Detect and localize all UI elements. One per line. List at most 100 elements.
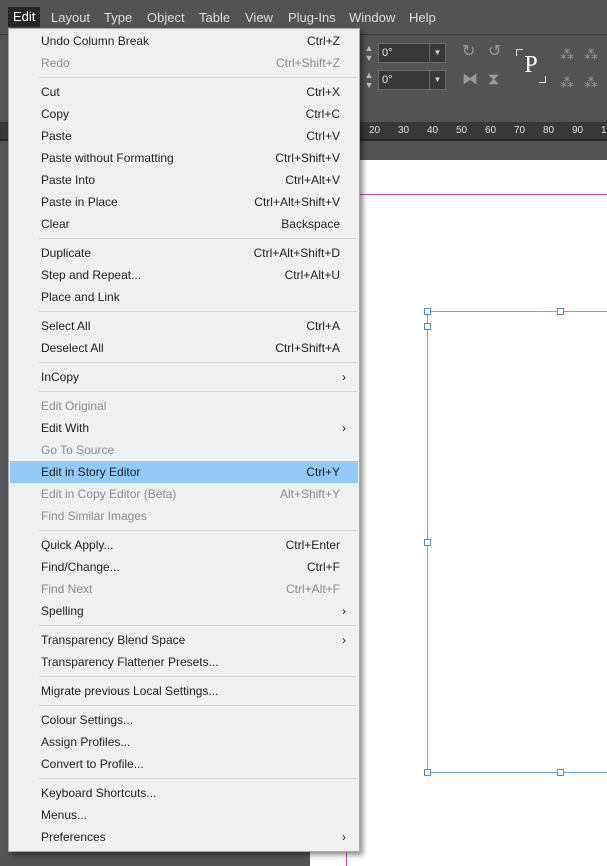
menu-item-label: Copy (41, 107, 70, 121)
menu-item-label: Redo (41, 56, 70, 70)
menu-item-label: Quick Apply... (41, 538, 114, 552)
ruler-label: 40 (427, 125, 439, 136)
frame-handle[interactable] (557, 769, 564, 776)
menu-separator (39, 778, 357, 779)
menu-item-edit-with[interactable]: Edit With › (10, 417, 358, 439)
menu-item-label: Paste in Place (41, 195, 118, 209)
menu-item-label: InCopy (41, 370, 80, 384)
menu-item-label: Select All (41, 319, 91, 333)
menu-view[interactable]: View (245, 11, 273, 25)
shortcut: Ctrl+Alt+Shift+D (253, 246, 340, 260)
rotate-ccw-icon[interactable]: ↺ (488, 43, 501, 61)
menu-item-transparency-blend-space[interactable]: Transparency Blend Space › (10, 629, 358, 651)
margin-guide (346, 194, 607, 195)
menu-item-migrate-local-settings[interactable]: Migrate previous Local Settings... (10, 680, 358, 702)
shortcut: Backspace (281, 217, 340, 231)
shortcut: Ctrl+Alt+F (285, 582, 340, 596)
flip-horizontal-icon[interactable]: ⧓ (462, 71, 478, 89)
in-port[interactable] (424, 323, 431, 330)
shortcut: Ctrl+Shift+V (275, 151, 340, 165)
menu-item-label: Place and Link (41, 290, 120, 304)
menu-item-find-next: Find Next Ctrl+Alt+F (10, 578, 358, 600)
rotate-cw-icon[interactable]: ↻ (462, 43, 475, 61)
frame-handle[interactable] (424, 308, 431, 315)
ruler-label: 50 (456, 125, 468, 136)
shortcut: Ctrl+Shift+Z (275, 56, 340, 70)
shortcut: Ctrl+C (305, 107, 340, 121)
menu-item-paste-without-formatting[interactable]: Paste without Formatting Ctrl+Shift+V (10, 147, 358, 169)
menu-item-undo[interactable]: Undo Column Break Ctrl+Z (10, 30, 358, 52)
menu-item-select-all[interactable]: Select All Ctrl+A (10, 315, 358, 337)
shortcut: Ctrl+F (307, 560, 340, 574)
rotate-stepper[interactable]: ▲ ▼ (362, 43, 376, 63)
shortcut: Ctrl+Alt+V (285, 173, 340, 187)
menu-item-paste-in-place[interactable]: Paste in Place Ctrl+Alt+Shift+V (10, 191, 358, 213)
submenu-arrow-icon: › (342, 633, 346, 647)
menu-item-cut[interactable]: Cut Ctrl+X (10, 81, 358, 103)
frame-handle[interactable] (557, 308, 564, 315)
align-icon[interactable]: ⁂ (560, 45, 574, 63)
menu-object[interactable]: Object (147, 11, 185, 25)
menu-item-convert-to-profile[interactable]: Convert to Profile... (10, 753, 358, 775)
menu-item-label: Keyboard Shortcuts... (41, 786, 157, 800)
menu-item-assign-profiles[interactable]: Assign Profiles... (10, 731, 358, 753)
menu-item-find-change[interactable]: Find/Change... Ctrl+F (10, 556, 358, 578)
menu-item-incopy[interactable]: InCopy › (10, 366, 358, 388)
distribute-icon[interactable]: ⁂ (584, 73, 598, 91)
menu-item-spelling[interactable]: Spelling › (10, 600, 358, 622)
menu-item-label: Clear (41, 217, 70, 231)
menu-item-transparency-flattener-presets[interactable]: Transparency Flattener Presets... (10, 651, 358, 673)
menu-help[interactable]: Help (409, 11, 436, 25)
menu-item-edit-in-story-editor[interactable]: Edit in Story Editor Ctrl+Y (10, 461, 358, 483)
menu-separator (39, 530, 357, 531)
menu-item-deselect-all[interactable]: Deselect All Ctrl+Shift+A (10, 337, 358, 359)
menu-item-copy[interactable]: Copy Ctrl+C (10, 103, 358, 125)
ruler-label: 80 (543, 125, 555, 136)
menu-item-colour-settings[interactable]: Colour Settings... (10, 709, 358, 731)
menu-type[interactable]: Type (104, 11, 132, 25)
flip-vertical-icon[interactable]: ⧗ (488, 71, 499, 89)
menu-item-label: Convert to Profile... (41, 757, 144, 771)
text-frame[interactable] (427, 311, 607, 773)
frame-handle[interactable] (424, 539, 431, 546)
shortcut: Ctrl+Y (306, 465, 340, 479)
distribute-icon[interactable]: ⁂ (584, 45, 598, 63)
rotation-angle-field[interactable]: 0° ▼ (378, 43, 446, 63)
shear-angle-field[interactable]: 0° ▼ (378, 70, 446, 90)
frame-handle[interactable] (424, 769, 431, 776)
shortcut: Ctrl+V (306, 129, 340, 143)
menu-item-label: Step and Repeat... (41, 268, 142, 282)
shortcut: Ctrl+Alt+Shift+V (254, 195, 340, 209)
menu-window[interactable]: Window (349, 11, 395, 25)
menu-item-label: Spelling (41, 604, 84, 618)
menu-item-label: Duplicate (41, 246, 92, 260)
menu-item-place-and-link[interactable]: Place and Link (10, 286, 358, 308)
menu-item-label: Edit Original (41, 399, 107, 413)
menu-separator (39, 311, 357, 312)
chevron-down-icon[interactable]: ▼ (429, 71, 445, 89)
menu-item-paste[interactable]: Paste Ctrl+V (10, 125, 358, 147)
menu-edit[interactable]: Edit (8, 7, 41, 27)
menu-item-paste-into[interactable]: Paste Into Ctrl+Alt+V (10, 169, 358, 191)
menu-item-preferences[interactable]: Preferences › (10, 826, 358, 848)
ruler-label: 30 (398, 125, 410, 136)
menu-item-duplicate[interactable]: Duplicate Ctrl+Alt+Shift+D (10, 242, 358, 264)
align-icon[interactable]: ⁂ (560, 73, 574, 91)
menu-item-menus[interactable]: Menus... (10, 804, 358, 826)
menu-plug-ins[interactable]: Plug-Ins (288, 11, 336, 25)
menu-item-quick-apply[interactable]: Quick Apply... Ctrl+Enter (10, 534, 358, 556)
ruler-label: 1 (601, 125, 607, 136)
chevron-down-icon[interactable]: ▼ (429, 44, 445, 62)
menu-item-clear[interactable]: Clear Backspace (10, 213, 358, 235)
menu-separator (39, 391, 357, 392)
menu-item-step-and-repeat[interactable]: Step and Repeat... Ctrl+Alt+U (10, 264, 358, 286)
menu-table[interactable]: Table (199, 11, 230, 25)
menu-layout[interactable]: Layout (51, 11, 90, 25)
shear-stepper[interactable]: ▲ ▼ (362, 70, 376, 90)
p-tool-icon[interactable]: P (516, 49, 546, 83)
menu-separator (39, 238, 357, 239)
menu-item-label: Find Next (41, 582, 93, 596)
menu-item-label: Colour Settings... (41, 713, 134, 727)
menu-item-keyboard-shortcuts[interactable]: Keyboard Shortcuts... (10, 782, 358, 804)
menu-item-label: Cut (41, 85, 60, 99)
